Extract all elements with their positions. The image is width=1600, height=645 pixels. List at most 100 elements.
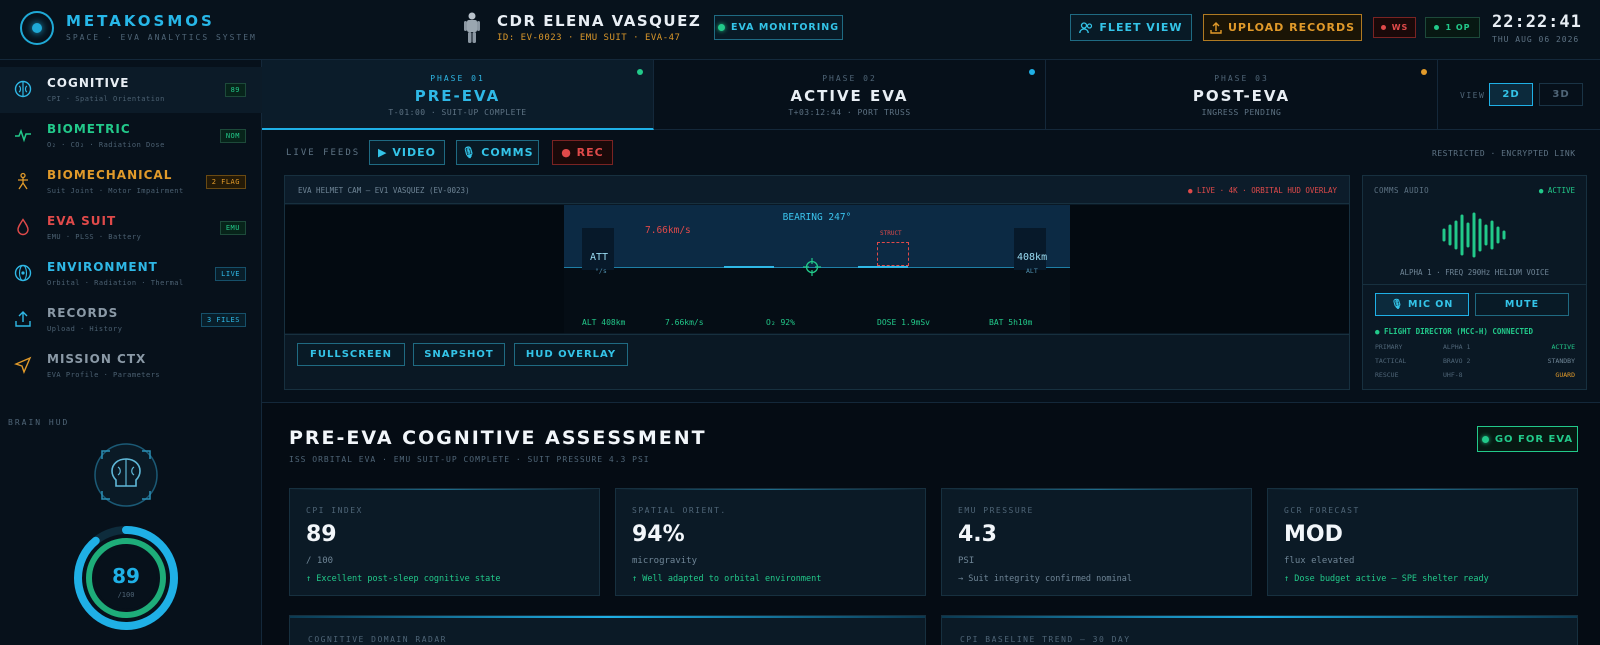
mic-on-button[interactable]: 🎙 MIC ON bbox=[1375, 293, 1469, 316]
tab-active-eva[interactable]: PHASE 02 ACTIVE EVA T+03:12:44 · PORT TR… bbox=[654, 60, 1046, 130]
sidebar-item-sub: CPI · Spatial Orientation bbox=[47, 95, 165, 103]
mute-button[interactable]: MUTE bbox=[1475, 293, 1569, 316]
comms-frequency: ALPHA 1 · FREQ 290Hz HELIUM VOICE bbox=[1399, 268, 1549, 277]
cpi-gauge: 89 /100 bbox=[74, 526, 178, 630]
security-label: RESTRICTED · ENCRYPTED LINK bbox=[1432, 149, 1576, 158]
ws-badge[interactable]: WS bbox=[1373, 17, 1416, 38]
op-dot-icon bbox=[1434, 25, 1440, 30]
sidebar-item-sub: Orbital · Radiation · Thermal bbox=[47, 279, 184, 287]
video-button[interactable]: ▶ VIDEO bbox=[369, 140, 445, 165]
go-for-eva-button[interactable]: GO FOR EVA bbox=[1477, 426, 1578, 452]
comms-row-role: RESCUE bbox=[1375, 371, 1399, 379]
card-label: GCR FORECAST bbox=[1284, 506, 1360, 515]
struct-label: STRUCT bbox=[880, 230, 902, 237]
sidebar-item-biomechanical[interactable]: BIOMECHANICAL Suit Joint · Motor Impairm… bbox=[0, 159, 262, 205]
live-feeds-label: LIVE FEEDS bbox=[286, 148, 361, 158]
card-note: ↑ Dose budget active — SPE shelter ready bbox=[1284, 574, 1489, 584]
brand-name: METAKOSMOS bbox=[66, 12, 215, 30]
sidebar-item-cognitive[interactable]: COGNITIVE CPI · Spatial Orientation 89 bbox=[0, 67, 262, 113]
sidebar-item-environment[interactable]: ENVIRONMENT Orbital · Radiation · Therma… bbox=[0, 251, 262, 297]
view-2d-button[interactable]: 2D bbox=[1489, 83, 1533, 106]
sidebar-item-records[interactable]: RECORDS Upload · History 3 FILES bbox=[0, 297, 262, 343]
comms-row-state: ACTIVE bbox=[1551, 343, 1575, 351]
sidebar-item-label: COGNITIVE bbox=[47, 76, 130, 90]
fullscreen-button[interactable]: FULLSCREEN bbox=[297, 343, 405, 366]
hud-bottom-readout: O₂ 92% bbox=[766, 318, 795, 327]
card-note: ↑ Excellent post-sleep cognitive state bbox=[306, 574, 501, 584]
top-header: METAKOSMOS SPACE · EVA ANALYTICS SYSTEM … bbox=[0, 0, 1600, 60]
horizon-mark bbox=[724, 266, 774, 268]
sidebar-item-label: EVA SUIT bbox=[47, 214, 117, 228]
view-label: VIEW bbox=[1460, 91, 1486, 100]
card-note: → Suit integrity confirmed nominal bbox=[958, 574, 1132, 584]
card-unit: flux elevated bbox=[1284, 556, 1355, 566]
hud-overlay: BEARING 247° 7.66km/s ATT °/s 408km ALT … bbox=[564, 205, 1070, 333]
globe-icon bbox=[14, 264, 32, 282]
astronaut-icon bbox=[464, 12, 480, 43]
upload-records-button[interactable]: UPLOAD RECORDS bbox=[1203, 14, 1362, 41]
phase-sub: T+03:12:44 · PORT TRUSS bbox=[788, 108, 911, 117]
crosshair-icon bbox=[803, 258, 821, 276]
eva-monitoring-pill[interactable]: EVA MONITORING bbox=[714, 15, 843, 40]
hud-bottom-readout: DOSE 1.9mSv bbox=[877, 318, 930, 327]
sidebar-badge: EMU bbox=[219, 221, 246, 235]
upload-records-label: UPLOAD RECORDS bbox=[1227, 21, 1356, 34]
tab-pre-eva[interactable]: PHASE 01 PRE-EVA T-01:00 · SUIT-UP COMPL… bbox=[262, 60, 654, 130]
comms-row-role: TACTICAL bbox=[1375, 357, 1407, 365]
go-for-eva-label: GO FOR EVA bbox=[1494, 433, 1574, 445]
sidebar-item-label: ENVIRONMENT bbox=[47, 260, 158, 274]
sidebar-badge: 89 bbox=[224, 83, 246, 97]
alt-tape bbox=[1014, 228, 1046, 270]
upload-icon bbox=[1210, 21, 1222, 34]
view-3d-button[interactable]: 3D bbox=[1539, 83, 1583, 106]
sidebar-badge: LIVE bbox=[215, 267, 246, 281]
rec-button[interactable]: ● REC bbox=[552, 140, 613, 165]
assessment-title: PRE-EVA COGNITIVE ASSESSMENT bbox=[289, 427, 707, 449]
phase-title: ACTIVE EVA bbox=[790, 87, 909, 105]
snapshot-button[interactable]: SNAPSHOT bbox=[413, 343, 505, 366]
sidebar-badge: 3 FILES bbox=[200, 313, 246, 327]
op-badge[interactable]: 1 OP bbox=[1425, 17, 1480, 38]
comms-row-name: BRAVO 2 bbox=[1443, 357, 1471, 365]
voice-waveform-icon bbox=[1442, 212, 1506, 258]
fleet-view-button[interactable]: FLEET VIEW bbox=[1070, 14, 1192, 41]
phase-label: PHASE 03 bbox=[1214, 74, 1269, 83]
phase-status-dot bbox=[1029, 69, 1035, 75]
card-note: ↑ Well adapted to orbital environment bbox=[632, 574, 822, 584]
phase-status-dot bbox=[1421, 69, 1427, 75]
comms-status: ● ACTIVE bbox=[1538, 186, 1575, 195]
divider bbox=[285, 334, 1349, 335]
tab-post-eva[interactable]: PHASE 03 POST-EVA INGRESS PENDING bbox=[1046, 60, 1438, 130]
card-unit: PSI bbox=[958, 556, 975, 566]
sidebar-item-eva-suit[interactable]: EVA SUIT EMU · PLSS · Battery EMU bbox=[0, 205, 262, 251]
alt-unit: ALT bbox=[1026, 267, 1038, 275]
hud-overlay-button[interactable]: HUD OVERLAY bbox=[514, 343, 628, 366]
card-label: SPATIAL ORIENT. bbox=[632, 506, 727, 515]
phase-label: PHASE 02 bbox=[822, 74, 877, 83]
sidebar-item-biometric[interactable]: BIOMETRIC O₂ · CO₂ · Radiation Dose NOM bbox=[0, 113, 262, 159]
card-label: CPI INDEX bbox=[306, 506, 363, 515]
card-value: 94% bbox=[632, 522, 685, 547]
comms-row-name: UHF-8 bbox=[1443, 371, 1463, 379]
brain-hud-label: BRAIN HUD bbox=[8, 418, 70, 427]
gauge-value: 89 bbox=[112, 564, 140, 588]
logo-icon bbox=[20, 11, 54, 45]
status-dot-icon bbox=[717, 24, 725, 31]
users-icon bbox=[1079, 21, 1093, 33]
comms-row-role: PRIMARY bbox=[1375, 343, 1403, 351]
sidebar-badge: NOM bbox=[219, 129, 246, 143]
card-value: MOD bbox=[1284, 522, 1343, 547]
att-unit: °/s bbox=[595, 267, 607, 275]
sidebar-item-label: RECORDS bbox=[47, 306, 119, 320]
fleet-view-label: FLEET VIEW bbox=[1099, 21, 1183, 34]
comms-button[interactable]: 🎙 COMMS bbox=[456, 140, 539, 165]
view-toggle-group: VIEW 2D 3D bbox=[1438, 60, 1600, 130]
comms-title: COMMS AUDIO bbox=[1374, 186, 1430, 195]
att-tape bbox=[582, 228, 614, 270]
sidebar-item-sub: Upload · History bbox=[47, 325, 123, 333]
sidebar-badge: 2 FLAG bbox=[205, 175, 246, 189]
flight-director-status: ● FLIGHT DIRECTOR (MCC-H) CONNECTED bbox=[1375, 327, 1534, 336]
sidebar-item-mission-ctx[interactable]: MISSION CTX EVA Profile · Parameters bbox=[0, 343, 262, 389]
altitude-readout: 408km bbox=[1017, 252, 1048, 263]
phase-title: POST-EVA bbox=[1192, 87, 1291, 105]
